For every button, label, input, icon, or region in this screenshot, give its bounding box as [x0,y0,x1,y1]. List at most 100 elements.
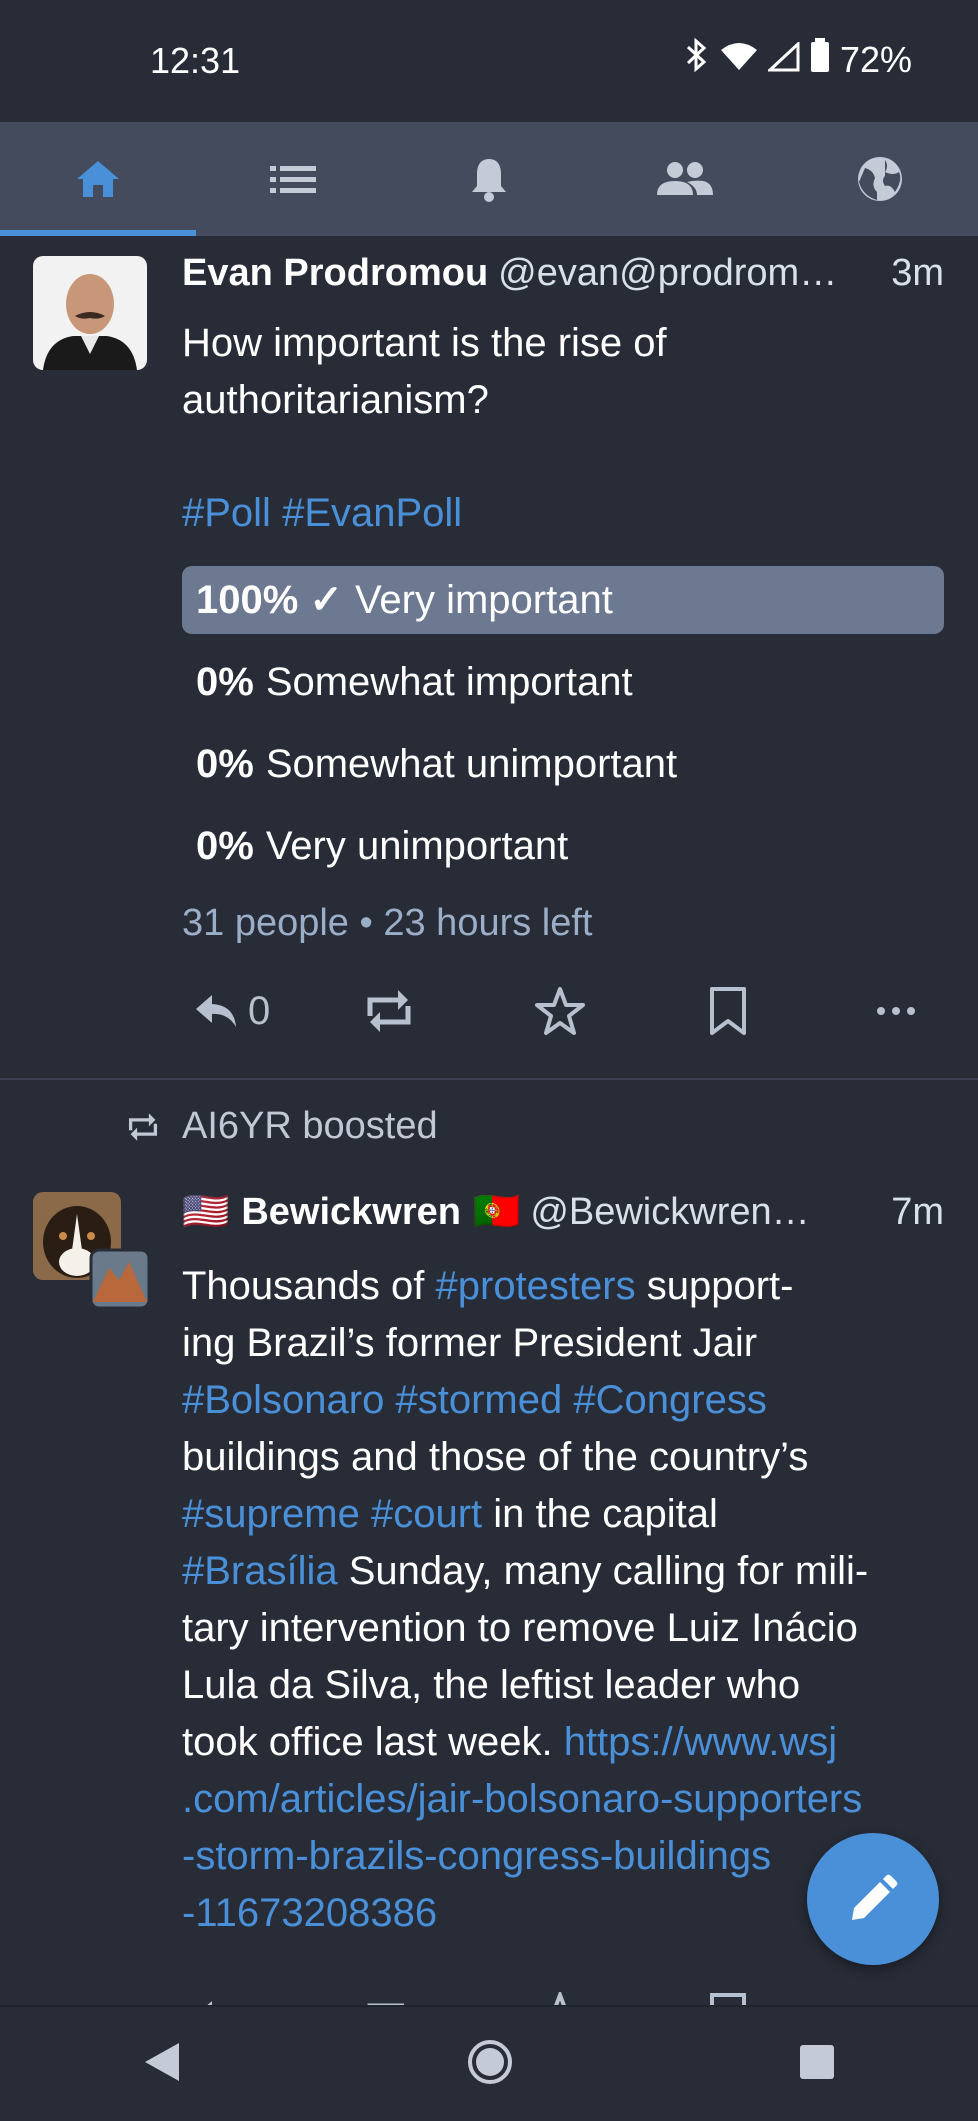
compose-button[interactable] [807,1833,939,1965]
post-text-line: Lula da Silva, the leftist leader who [182,1657,944,1714]
hashtag-link[interactable]: #EvanPoll [282,491,462,535]
people-icon [656,162,713,195]
hashtag-link[interactable]: #supreme [182,1492,360,1536]
status-post[interactable]: Evan Prodromou @evan@prodrom… 3m How imp… [0,236,978,1080]
list-icon [270,166,317,193]
poll-option: 0% Very unimportant [182,812,944,880]
back-icon [145,2042,179,2081]
hashtag-link[interactable]: -storm-brazils-congress-buildings [182,1834,771,1878]
hashtag-link[interactable]: #protesters [436,1264,636,1308]
tab-lists[interactable] [196,122,392,236]
post-text-line: #Brasília Sunday, many calling for mili- [182,1543,944,1600]
flag-icon: 🇺🇸 [182,1191,230,1233]
home-icon [76,161,119,197]
account-handle[interactable]: @Bewickwren… [530,1191,867,1234]
post-text: Lula da Silva, the leftist leader who [182,1663,801,1707]
tab-community[interactable] [587,122,783,236]
hashtag-link[interactable]: https://www.wsj [564,1720,837,1764]
poll-label: Very important [354,577,613,622]
post-text: How important is the rise of authoritari… [182,321,667,422]
bookmark-button[interactable] [708,1992,748,2005]
poll: 100% ✓ Very important 0% Somewhat import… [182,566,944,945]
poll-label: Very unimportant [265,823,569,868]
favourite-button[interactable] [534,1992,586,2005]
system-nav-bar [0,2005,978,2121]
hashtag-link[interactable]: #stormed [396,1378,563,1422]
bookmark-icon [710,987,746,1035]
bell-icon [471,159,506,202]
hashtag-link[interactable]: #Brasília [182,1549,338,1593]
boost-button[interactable] [364,1994,414,2005]
boost-indicator[interactable]: AI6YR boosted [126,1105,438,1148]
post-text [360,1492,371,1536]
poll-percent: 0% [196,741,254,786]
post-header: 🇺🇸 Bewickwren 🇵🇹 @Bewickwren… 7m [182,1190,944,1234]
post-text: Thousands of [182,1264,436,1308]
bookmark-button[interactable] [708,986,748,1036]
star-icon [554,1992,566,2005]
poll-option: 0% Somewhat important [182,648,944,716]
home-circle-icon [468,2039,512,2084]
post-text-line: buildings and those of the country’s [182,1429,944,1486]
post-text [562,1378,573,1422]
post-header: Evan Prodromou @evan@prodrom… 3m [182,252,944,295]
status-bar: 12:31 72% [0,0,978,122]
hashtag-link[interactable]: #Congress [573,1378,766,1422]
poll-label: Somewhat unimportant [265,741,678,786]
post-text-line: #Bolsonaro #stormed #Congress [182,1372,944,1429]
home-button[interactable] [467,2039,513,2090]
bookmark-icon [710,1993,746,2005]
boost-icon [128,1112,158,1141]
post-time[interactable]: 7m [891,1191,944,1234]
post-text: in the capital [482,1492,718,1536]
recents-button[interactable] [799,2044,835,2085]
display-name[interactable]: Evan Prodromou [182,252,488,295]
reply-count: 0 [248,988,271,1033]
post-text: support- [635,1264,794,1308]
poll-percent: 100% ✓ [196,578,343,622]
reply-button[interactable]: 0 [194,989,270,1034]
favourite-button[interactable] [534,986,586,1036]
tab-federated[interactable] [782,122,978,236]
post-text-line: ing Brazil’s former President Jair [182,1315,944,1372]
hashtag-link[interactable]: #Poll [182,491,271,535]
post-text [384,1378,395,1422]
account-handle[interactable]: @evan@prodrom… [498,252,885,295]
pencil-icon [852,1874,898,1920]
avatar[interactable] [33,1192,151,1310]
post-text: took office last week. [182,1720,564,1764]
tab-home[interactable] [0,122,196,236]
boost-button[interactable] [364,988,414,1034]
more-icon [877,1007,915,1015]
star-icon [535,987,585,1035]
poll-option: 0% Somewhat unimportant [182,730,944,798]
hashtag-link[interactable]: .com/articles/jair-bolsonaro-supporters [182,1777,862,1821]
recents-icon [800,2044,834,2079]
avatar[interactable] [33,256,147,370]
boosted-by-text: AI6YR boosted [182,1105,438,1147]
boost-icon [367,990,411,1032]
poll-percent: 0% [196,659,254,704]
boost-icon [367,2003,404,2005]
tab-bar [0,122,978,236]
hashtag-link[interactable]: #Bolsonaro [182,1378,384,1422]
post-divider [0,1078,978,1080]
more-button[interactable] [876,1006,916,1016]
post-content: Thousands of #protesters support-ing Bra… [182,1258,944,1942]
hashtag-link[interactable]: -11673208386 [182,1891,437,1935]
hashtag-link[interactable]: #court [371,1492,482,1536]
post-content: How important is the rise of authoritari… [182,315,742,429]
post-text-line: took office last week. https://www.wsj [182,1714,944,1771]
tab-notifications[interactable] [391,122,587,236]
display-name[interactable]: Bewickwren [241,1191,461,1234]
post-text-line: #supreme #court in the capital [182,1486,944,1543]
battery-icon [810,38,830,81]
post-text: Sunday, many calling for mili- [337,1549,869,1593]
post-text-line: Thousands of #protesters support- [182,1258,944,1315]
back-button[interactable] [143,2041,181,2088]
post-time[interactable]: 3m [891,252,944,295]
poll-percent: 0% [196,823,254,868]
post-text-line: .com/articles/jair-bolsonaro-supporters [182,1771,944,1828]
bluetooth-icon [684,37,710,81]
flag-icon: 🇵🇹 [472,1191,521,1233]
